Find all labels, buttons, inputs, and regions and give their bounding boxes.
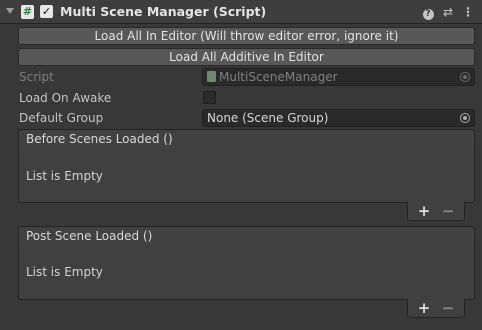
load-on-awake-checkbox[interactable] [203,91,216,104]
script-asset-icon [207,71,216,82]
script-icon: # [21,5,34,19]
add-event-button[interactable]: + [414,299,434,317]
remove-event-button[interactable]: − [438,202,458,220]
list-empty-text: List is Empty [26,169,103,183]
default-group-label: Default Group [19,111,104,125]
default-group-value: None (Scene Group) [207,111,329,125]
object-picker-icon[interactable] [460,113,470,123]
add-event-button[interactable]: + [414,202,434,220]
script-field-value: MultiSceneManager [219,70,338,84]
foldout-arrow-icon[interactable] [6,8,14,14]
load-on-awake-label: Load On Awake [19,91,112,105]
more-options-icon[interactable]: ⋮ [460,4,476,20]
post-scene-loaded-header: Post Scene Loaded () [18,226,475,246]
component-title: Multi Scene Manager (Script) [60,4,267,19]
list-empty-text: List is Empty [26,265,103,279]
default-group-field[interactable]: None (Scene Group) [202,109,475,127]
help-icon[interactable]: ? [420,4,436,20]
before-scenes-loaded-header: Before Scenes Loaded () [18,129,475,149]
script-label: Script [19,70,54,84]
list-footer: + − [407,202,465,221]
object-picker-icon [460,72,470,82]
load-all-in-editor-button[interactable]: Load All In Editor (Will throw editor er… [18,27,475,45]
load-all-additive-button[interactable]: Load All Additive In Editor [18,48,475,66]
component-enabled-checkbox[interactable]: ✓ [40,5,53,18]
presets-icon[interactable]: ⇄ [440,4,456,20]
list-footer: + − [407,299,465,318]
script-field: MultiSceneManager [202,68,475,86]
remove-event-button[interactable]: − [438,299,458,317]
